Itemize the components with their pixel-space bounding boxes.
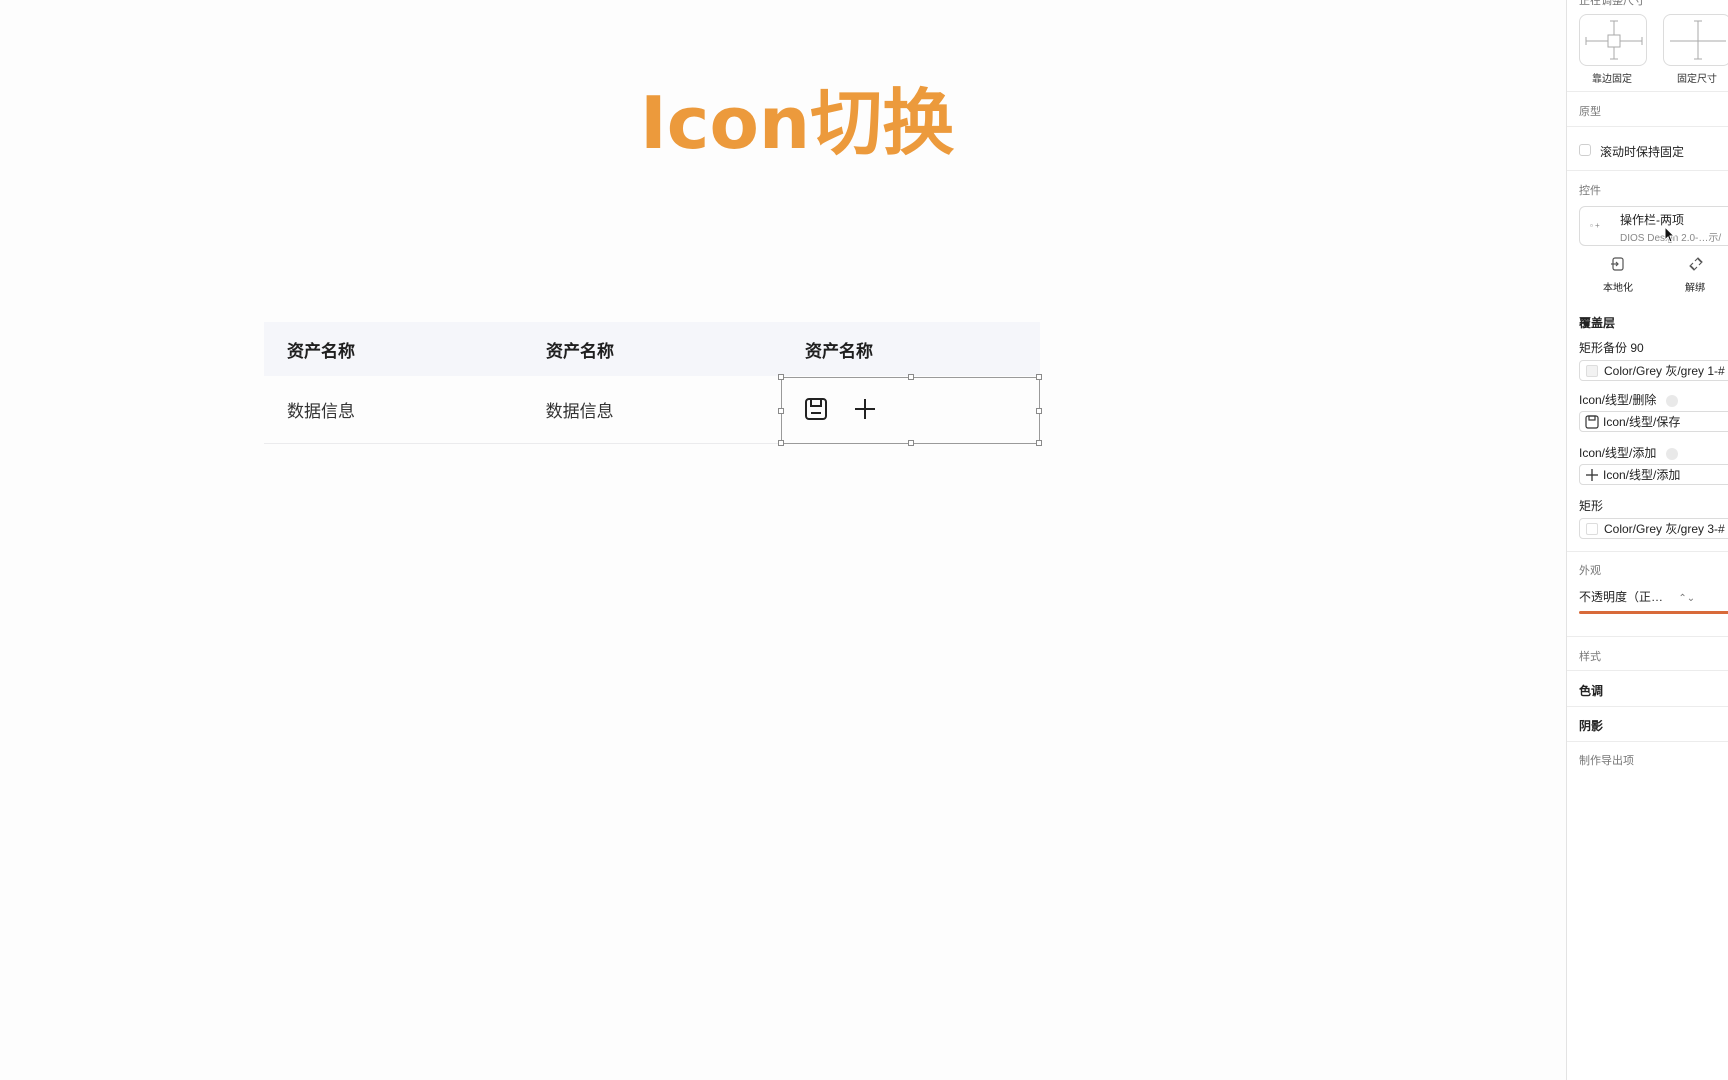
tint-label[interactable]: 色调 xyxy=(1579,682,1603,699)
rect-value: Color/Grey 灰/grey 3-# xyxy=(1604,522,1725,536)
export-label[interactable]: 制作导出项 xyxy=(1579,752,1634,768)
component-icon: ▫ + xyxy=(1590,221,1600,230)
component-card[interactable]: ▫ + 操作栏-两项 DIOS Design 2.0-…示/ xyxy=(1579,206,1728,246)
unlink-icon xyxy=(1689,257,1703,271)
divider xyxy=(1567,636,1728,637)
updown-chevron-icon: ⌃⌄ xyxy=(1678,593,1696,604)
resize-handle[interactable] xyxy=(908,440,914,446)
divider xyxy=(1567,170,1728,171)
column-header: 资产名称 xyxy=(287,341,355,361)
divider xyxy=(1567,741,1728,742)
delete-icon-row: Icon/线型/删除 xyxy=(1579,391,1678,408)
add-icon-field[interactable]: Icon/线型/添加 xyxy=(1579,464,1728,485)
opacity-dropdown[interactable]: 不透明度（正… ⌃⌄ xyxy=(1579,588,1695,605)
fixed-size-label: 固定尺寸 xyxy=(1677,74,1717,85)
resize-handle[interactable] xyxy=(908,374,914,380)
divider xyxy=(1567,91,1728,92)
resize-handle[interactable] xyxy=(1036,408,1042,414)
overlay-heading: 覆盖层 xyxy=(1579,316,1616,330)
inspector-panel: 正在调整尺寸 靠边固定 固定尺寸 原型 滚动时保持固定 控件 ▫ + 操作栏-两… xyxy=(1566,0,1728,1080)
rect-label: 矩形 xyxy=(1579,499,1604,513)
pin-to-edges-option[interactable] xyxy=(1579,14,1647,66)
selection-box[interactable] xyxy=(778,374,1042,446)
section-label: 正在调整尺寸 xyxy=(1579,0,1645,7)
save-icon xyxy=(1585,414,1599,429)
opacity-label: 不透明度（正… xyxy=(1579,590,1664,604)
divider xyxy=(1567,670,1728,671)
rect-backup-field[interactable]: Color/Grey 灰/grey 1-# xyxy=(1579,360,1728,381)
add-icon-value: Icon/线型/添加 xyxy=(1603,468,1681,482)
table-cell: 数据信息 xyxy=(287,402,355,421)
rect-backup-label: 矩形备份 90 xyxy=(1579,341,1644,355)
control-heading: 控件 xyxy=(1579,185,1601,197)
rect-backup-value: Color/Grey 灰/grey 1-# xyxy=(1604,364,1725,378)
resize-handle[interactable] xyxy=(778,440,784,446)
shadow-label[interactable]: 阴影 xyxy=(1579,717,1603,734)
divider xyxy=(1567,706,1728,707)
arrow-right-icon[interactable] xyxy=(1665,394,1678,407)
resize-handle[interactable] xyxy=(1036,440,1042,446)
color-swatch xyxy=(1586,364,1598,377)
resize-handle[interactable] xyxy=(778,408,784,414)
fixed-on-scroll-checkbox[interactable] xyxy=(1579,144,1591,156)
rect-field[interactable]: Color/Grey 灰/grey 3-# xyxy=(1579,518,1728,539)
add-icon-row: Icon/线型/添加 xyxy=(1579,444,1678,461)
divider xyxy=(1567,126,1728,127)
color-swatch xyxy=(1586,522,1598,535)
cursor-icon xyxy=(1664,226,1676,243)
fixed-size-option[interactable] xyxy=(1663,14,1728,66)
arrow-right-icon[interactable] xyxy=(1665,447,1678,460)
divider xyxy=(1567,551,1728,552)
fixed-on-scroll-label: 滚动时保持固定 xyxy=(1600,145,1685,159)
opacity-slider[interactable] xyxy=(1579,611,1728,614)
add-icon-label: Icon/线型/添加 xyxy=(1579,446,1657,460)
delete-icon-label: Icon/线型/删除 xyxy=(1579,393,1657,407)
localize-label: 本地化 xyxy=(1603,283,1633,294)
plus-icon xyxy=(1586,468,1598,481)
column-header: 资产名称 xyxy=(546,341,614,361)
delete-icon-field[interactable]: Icon/线型/保存 xyxy=(1579,411,1728,432)
pin-edges-icon xyxy=(1585,20,1643,60)
unlink-label: 解绑 xyxy=(1685,283,1705,294)
table-header: 资产名称 资产名称 资产名称 xyxy=(264,322,1040,376)
pin-to-edges-label: 靠边固定 xyxy=(1592,74,1632,85)
localize-icon xyxy=(1611,257,1624,271)
page-title: Icon切换 xyxy=(640,81,955,165)
data-table[interactable]: 资产名称 资产名称 资产名称 数据信息 数据信息 xyxy=(264,322,1042,446)
design-canvas[interactable]: Icon切换 资产名称 资产名称 资产名称 数据信息 数据信息 xyxy=(0,0,1566,1080)
resize-handle[interactable] xyxy=(1036,374,1042,380)
fixed-size-icon xyxy=(1670,20,1726,60)
column-header: 资产名称 xyxy=(805,341,873,361)
delete-icon-value: Icon/线型/保存 xyxy=(1603,415,1681,429)
style-heading: 样式 xyxy=(1579,651,1601,663)
table-cell: 数据信息 xyxy=(545,402,614,421)
resize-handle[interactable] xyxy=(778,374,784,380)
appearance-heading: 外观 xyxy=(1579,565,1601,577)
prototype-heading: 原型 xyxy=(1579,106,1601,118)
